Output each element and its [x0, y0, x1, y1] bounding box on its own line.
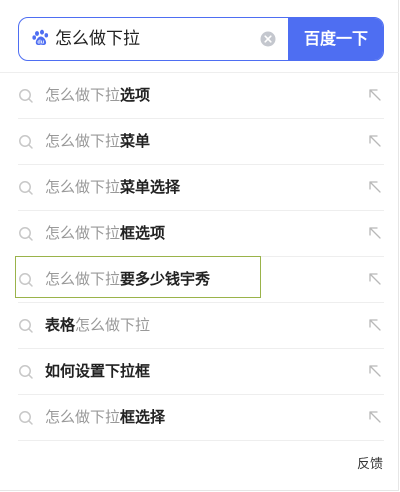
fill-query-arrow-icon[interactable] — [368, 410, 382, 424]
suggestion-query-part: 怎么做下拉 — [45, 132, 121, 150]
suggestion-query-part: 怎么做下拉 — [75, 316, 151, 334]
fill-query-arrow-icon[interactable] — [368, 318, 382, 332]
search-box: du 百度一下 — [18, 17, 384, 61]
clear-icon[interactable] — [260, 31, 276, 47]
search-icon — [19, 411, 33, 425]
search-icon — [19, 135, 33, 149]
fill-query-arrow-icon[interactable] — [368, 364, 382, 378]
baidu-paw-icon: du — [32, 29, 49, 46]
search-icon — [19, 319, 33, 333]
suggestion-item[interactable]: 怎么做下拉框选项 — [18, 211, 384, 257]
suggestion-completion-part: 要多少钱宇秀 — [120, 270, 211, 288]
search-suggestion-panel: du 百度一下 怎么做下拉选项怎么做下拉菜单怎么做下拉菜单选择怎么做下拉框选项怎… — [0, 0, 399, 491]
suggestion-text: 表格怎么做下拉 — [45, 303, 150, 348]
suggestion-query-part: 怎么做下拉 — [45, 178, 121, 196]
suggestion-item[interactable]: 表格怎么做下拉 — [18, 303, 384, 349]
suggestion-text: 怎么做下拉框选择 — [45, 395, 165, 440]
fill-query-arrow-icon[interactable] — [368, 272, 382, 286]
suggestion-item[interactable]: 怎么做下拉框选择 — [18, 395, 384, 441]
suggestion-completion-part: 如何设置下拉框 — [45, 362, 151, 380]
suggestion-query-part: 怎么做下拉 — [45, 224, 121, 242]
suggestion-query-part: 怎么做下拉 — [45, 86, 121, 104]
suggestion-query-part: 怎么做下拉 — [45, 270, 121, 288]
feedback-link[interactable]: 反馈 — [357, 453, 383, 472]
suggestion-item[interactable]: 怎么做下拉菜单 — [18, 119, 384, 165]
suggestion-text: 怎么做下拉选项 — [45, 73, 150, 118]
suggestion-completion-part: 菜单 — [120, 132, 151, 150]
search-input[interactable] — [55, 18, 260, 60]
suggestion-text: 怎么做下拉要多少钱宇秀 — [45, 257, 210, 302]
search-icon — [19, 89, 33, 103]
search-button[interactable]: 百度一下 — [288, 18, 383, 60]
search-icon — [19, 181, 33, 195]
suggestion-text: 怎么做下拉菜单选择 — [45, 165, 180, 210]
suggestion-text: 怎么做下拉菜单 — [45, 119, 150, 164]
suggestion-item[interactable]: 怎么做下拉要多少钱宇秀 — [18, 257, 384, 303]
search-icon — [19, 273, 33, 287]
search-icon — [19, 227, 33, 241]
suggestion-text: 如何设置下拉框 — [45, 349, 150, 394]
suggestion-completion-part: 框选项 — [120, 224, 166, 242]
fill-query-arrow-icon[interactable] — [368, 180, 382, 194]
suggestion-item[interactable]: 怎么做下拉选项 — [18, 73, 384, 119]
fill-query-arrow-icon[interactable] — [368, 226, 382, 240]
suggestion-completion-part: 菜单选择 — [120, 178, 181, 196]
fill-query-arrow-icon[interactable] — [368, 134, 382, 148]
fill-query-arrow-icon[interactable] — [368, 88, 382, 102]
suggestion-completion-part: 选项 — [120, 86, 151, 104]
suggestion-item[interactable]: 怎么做下拉菜单选择 — [18, 165, 384, 211]
search-icon — [19, 365, 33, 379]
suggestion-text: 怎么做下拉框选项 — [45, 211, 165, 256]
suggestion-list: 怎么做下拉选项 怎么做下拉菜单 怎么做下拉菜单选择 怎么做下拉框选项 怎么做下拉要多少钱… — [0, 73, 399, 441]
suggestion-completion-part: 框选择 — [120, 408, 166, 426]
suggestion-query-part: 怎么做下拉 — [45, 408, 121, 426]
svg-text:du: du — [37, 40, 44, 46]
suggestion-item[interactable]: 如何设置下拉框 — [18, 349, 384, 395]
suggestion-completion-part: 表格 — [45, 316, 76, 334]
